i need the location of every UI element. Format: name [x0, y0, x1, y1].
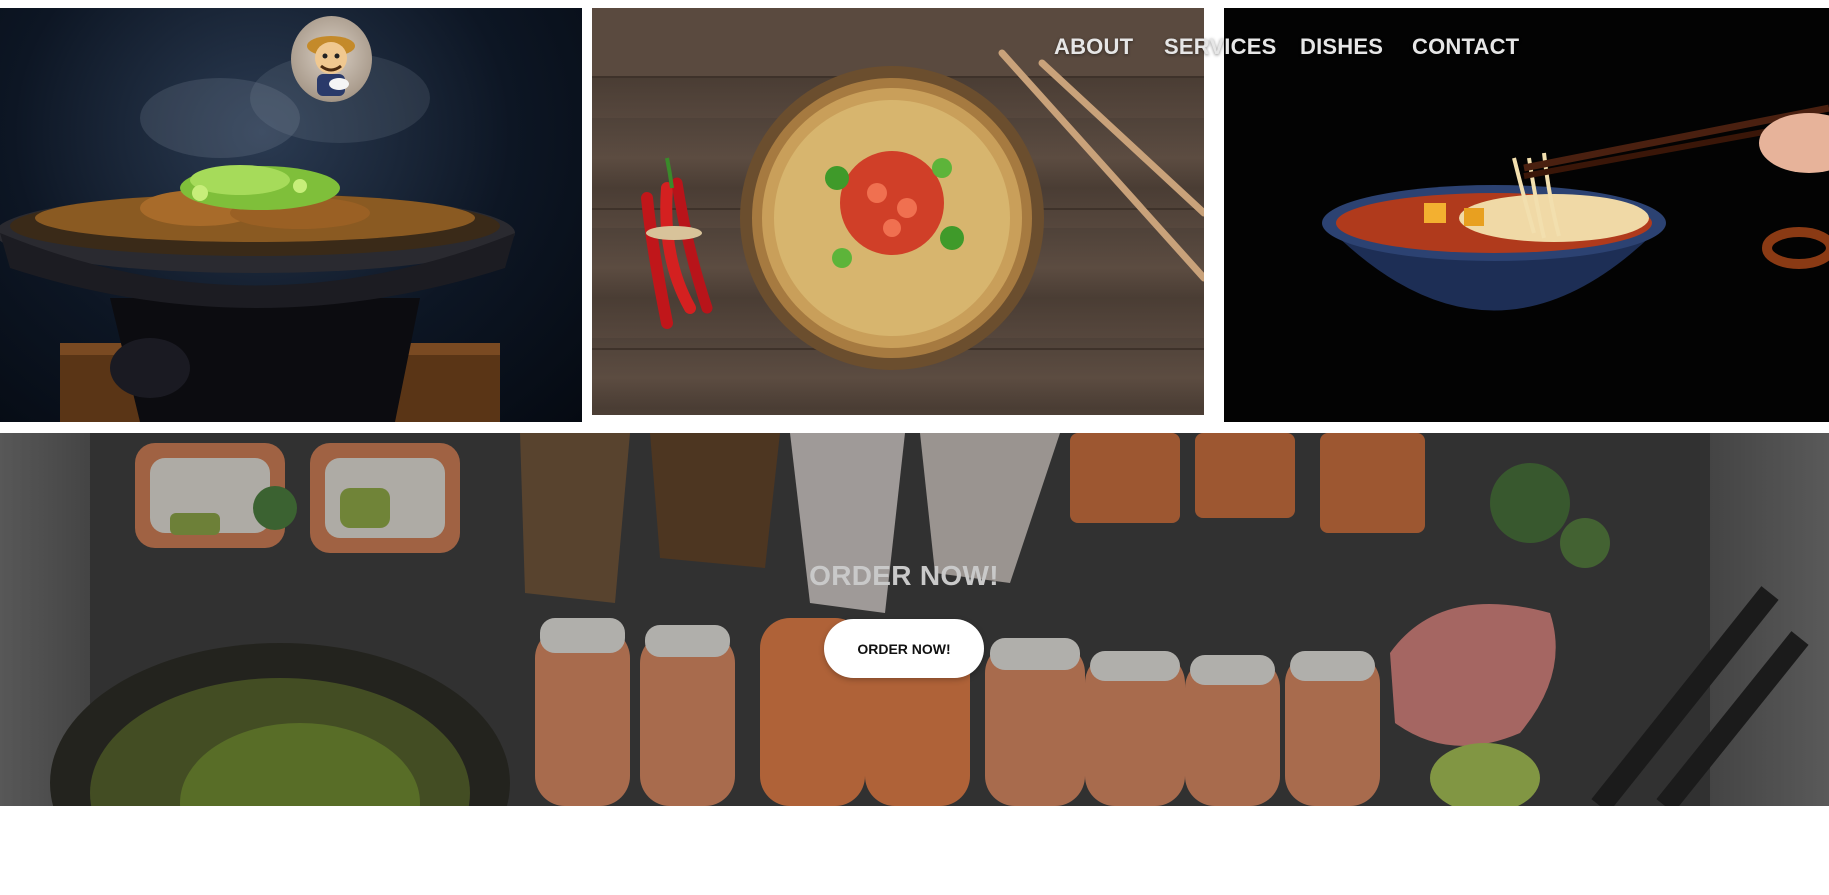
- nav-item-dishes[interactable]: DISHES: [1300, 34, 1383, 60]
- stew-photo: [0, 8, 582, 422]
- logo-icon[interactable]: [291, 16, 372, 102]
- stew-illustration: [0, 53, 515, 422]
- noodles-photo: [592, 8, 1204, 415]
- nav-item-contact[interactable]: CONTACT: [1412, 34, 1519, 60]
- cta-heading: ORDER NOW!: [809, 560, 999, 591]
- order-now-button[interactable]: ORDER NOW!: [824, 619, 984, 678]
- ramen-photo: [1224, 8, 1829, 422]
- nav-item-about[interactable]: ABOUT: [1054, 34, 1133, 60]
- ramen-illustration: [1322, 104, 1829, 311]
- noodles-illustration: [592, 8, 1204, 370]
- nav-item-services[interactable]: SERVICES: [1164, 34, 1276, 60]
